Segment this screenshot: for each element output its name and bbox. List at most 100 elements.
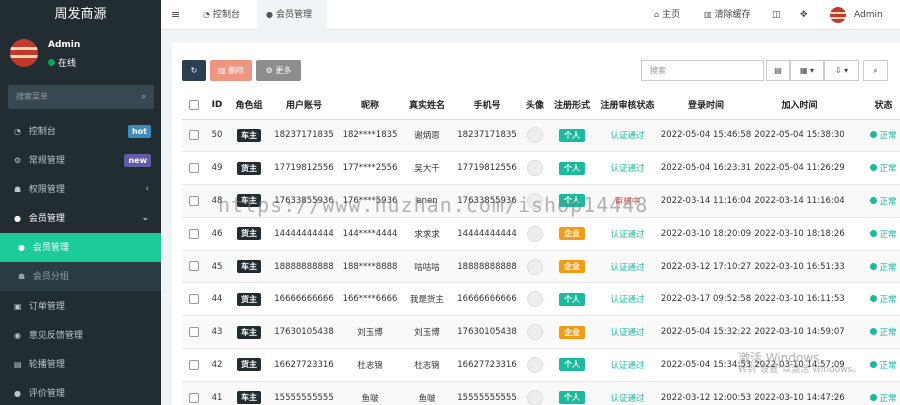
language-icon[interactable]: ◫ — [772, 0, 781, 30]
clear-cache-button[interactable]: ▥ 清除缓存 — [704, 0, 751, 30]
home-link[interactable]: ⌂ 主页 — [654, 0, 680, 30]
role-badge: 货主 — [237, 227, 261, 241]
app-brand[interactable]: 周发商源 — [0, 0, 161, 30]
row-checkbox[interactable] — [182, 282, 205, 317]
navbar-avatar[interactable] — [830, 7, 846, 23]
col-header-audit-status[interactable]: 注册审核状态 — [595, 91, 660, 120]
col-header-nickname[interactable]: 昵称 — [339, 91, 401, 120]
table-row[interactable]: 46 货主 14444444444 144****4444 求求求 14444444444… — [182, 217, 900, 251]
row-checkbox[interactable] — [182, 348, 205, 382]
sidebar-item-dashboard[interactable]: ◔ 控制台 hot — [0, 117, 161, 146]
cell-join-time: 2022-03-10 16:51:33 — [752, 250, 847, 284]
sidebar-item-general[interactable]: ⚙ 常规管理 new — [0, 146, 161, 175]
row-checkbox[interactable] — [182, 250, 205, 284]
avatar-thumbnail[interactable] — [527, 127, 543, 144]
table-row[interactable]: 44 货主 16666666666 166****6666 我是货主 1666666666… — [182, 282, 900, 317]
watermark: https://www.huzhan.com/ishop14448 — [218, 193, 649, 217]
more-button[interactable]: ⚙ 更多 — [256, 60, 301, 81]
cell-status: 正常 — [847, 217, 900, 251]
avatar-thumbnail[interactable] — [527, 258, 543, 275]
avatar-thumbnail[interactable] — [527, 356, 543, 373]
sidebar-search-input[interactable]: 搜索菜单 ⌕ — [8, 85, 154, 109]
image-icon: ▤ — [14, 360, 22, 369]
cell-avatar[interactable] — [521, 119, 549, 153]
table-row[interactable]: 45 车主 18888888888 188****8888 咕咕咕 18888888888… — [182, 250, 900, 284]
row-checkbox[interactable] — [182, 119, 205, 153]
sidebar-item-auth[interactable]: ☗ 权限管理 ‹ — [0, 175, 161, 204]
status-text: 正常 — [879, 360, 897, 371]
search-toggle-button[interactable]: ⌕ — [863, 60, 888, 81]
cell-account: 18237171835 — [269, 119, 339, 153]
sidebar-item-feedback[interactable]: ◉ 意见反馈管理 — [0, 321, 161, 350]
cell-join-time: 2022-03-10 16:11:53 — [752, 282, 847, 317]
status-text: 正常 — [879, 164, 897, 175]
sidebar-item-member[interactable]: ● 会员管理 ⌄ — [0, 204, 161, 233]
col-header-login-time[interactable]: 登录时间 — [660, 91, 752, 120]
user-icon: ● — [266, 10, 273, 19]
cell-register-type: 个人 — [549, 381, 595, 405]
export-button[interactable]: ⇩ ▾ — [824, 60, 859, 81]
row-checkbox[interactable] — [182, 151, 205, 186]
sidebar-item-member-group[interactable]: ☗ 会员分组 — [0, 262, 161, 291]
sidebar: 周发商源 Admin 在线 搜索菜单 ⌕ ◔ 控制台 hot ⚙ 常规管理 ne… — [0, 0, 161, 405]
col-header-id[interactable]: ID — [205, 91, 229, 120]
row-checkbox[interactable] — [182, 315, 205, 350]
windows-activation-notice: 激活 Windows 转到"设置"以激活 Windows。 — [738, 352, 861, 376]
cell-avatar[interactable] — [521, 250, 549, 284]
col-header-status[interactable]: 状态 — [847, 91, 900, 120]
columns-button[interactable]: ▦ ▾ — [790, 60, 824, 81]
tab-member-manage[interactable]: ● 会员管理 — [257, 0, 327, 30]
cell-avatar[interactable] — [521, 315, 549, 350]
cell-avatar[interactable] — [521, 381, 549, 405]
sidebar-item-reviews[interactable]: ● 评价管理 — [0, 379, 161, 405]
table-row[interactable]: 43 车主 17630105438 刘玉博 刘玉博 17630105438 企业 认证通过 20… — [182, 315, 900, 350]
col-header-real-name[interactable]: 真实姓名 — [401, 91, 453, 120]
cell-login-time: 2022-03-10 18:20:09 — [660, 217, 752, 251]
cell-phone: 15555555555 — [453, 381, 521, 405]
fullscreen-icon[interactable]: ✥ — [800, 0, 808, 30]
sidebar-item-banner[interactable]: ▤ 轮播管理 — [0, 350, 161, 379]
sidebar-item-member-manage[interactable]: ● 会员管理 — [0, 233, 161, 262]
refresh-button[interactable]: ↻ — [182, 60, 206, 81]
table-search-input[interactable]: 搜索 — [641, 60, 764, 81]
avatar-thumbnail[interactable] — [527, 160, 543, 177]
register-type-badge: 个人 — [559, 358, 585, 372]
col-header-role[interactable]: 角色组 — [229, 91, 269, 120]
cell-avatar[interactable] — [521, 217, 549, 251]
register-type-badge: 企业 — [559, 260, 585, 274]
cell-login-time: 2022-03-14 11:16:04 — [660, 184, 752, 218]
toggle-view-button[interactable]: ▤ — [766, 60, 790, 81]
tab-dashboard[interactable]: ◔ 控制台 — [203, 0, 261, 30]
col-header-register-type[interactable]: 注册形式 — [549, 91, 595, 120]
table-row[interactable]: 41 车主 15555555555 鱼啵 鱼啵 15555555555 个人 认证通过 2022… — [182, 381, 900, 405]
cell-avatar[interactable] — [521, 348, 549, 382]
col-header-avatar[interactable]: 头像 — [521, 91, 549, 120]
table-row[interactable]: 50 车主 18237171835 182****1835 谢炳恩 18237171835… — [182, 119, 900, 153]
col-header-join-time[interactable]: 加入时间 — [752, 91, 847, 120]
menu-toggle-icon[interactable]: ≡ — [171, 0, 180, 30]
home-label: 主页 — [662, 10, 681, 20]
avatar-thumbnail[interactable] — [527, 324, 543, 341]
table-row[interactable]: 49 货主 17719812556 177****2556 吴大千 17719812556… — [182, 151, 900, 186]
avatar-thumbnail[interactable] — [527, 389, 543, 405]
row-checkbox[interactable] — [182, 217, 205, 251]
cell-account: 18888888888 — [269, 250, 339, 284]
status-text: 正常 — [879, 196, 897, 207]
row-checkbox[interactable] — [182, 184, 205, 218]
col-header-phone[interactable]: 手机号 — [453, 91, 521, 120]
sidebar-item-orders[interactable]: ▣ 订单管理 — [0, 292, 161, 321]
cell-status: 正常 — [847, 119, 900, 153]
avatar-thumbnail[interactable] — [527, 225, 543, 242]
status-text: 正常 — [879, 131, 897, 142]
cell-id: 43 — [205, 315, 229, 350]
select-all-checkbox[interactable] — [182, 91, 205, 120]
cell-avatar[interactable] — [521, 282, 549, 317]
avatar-thumbnail[interactable] — [527, 291, 543, 308]
navbar-admin-name[interactable]: Admin — [854, 0, 883, 30]
col-header-account[interactable]: 用户账号 — [269, 91, 339, 120]
card-view-icon: ▤ — [774, 66, 782, 75]
row-checkbox[interactable] — [182, 381, 205, 405]
search-icon[interactable]: ⌕ — [142, 85, 146, 109]
delete-button[interactable]: ▥ 删除 — [210, 60, 252, 81]
cell-avatar[interactable] — [521, 151, 549, 186]
